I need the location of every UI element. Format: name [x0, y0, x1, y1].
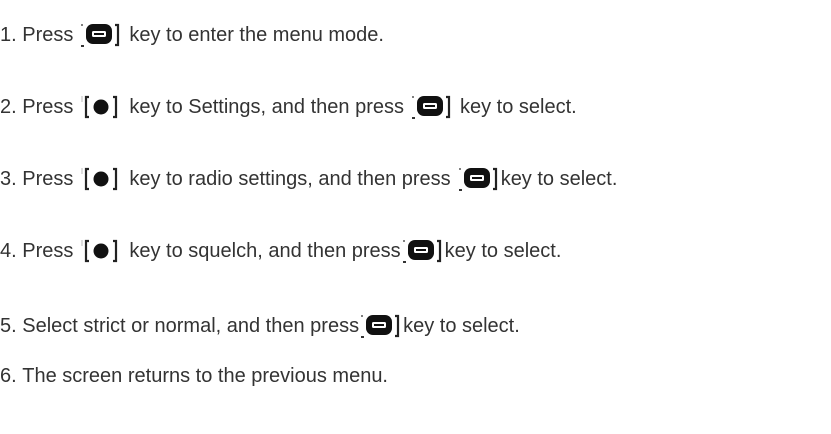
step-text: key to select. — [403, 315, 520, 337]
step-number: 3. — [0, 168, 17, 190]
navigation-key-icon — [81, 94, 121, 120]
instruction-step-2: 2. Press key to Settings, and then press… — [0, 94, 577, 120]
step-text: Press — [22, 240, 74, 262]
step-number: 1. — [0, 24, 17, 46]
menu-key-icon — [359, 313, 401, 339]
step-text: Press — [22, 96, 74, 118]
menu-key-icon — [79, 22, 121, 48]
step-text: Press — [22, 168, 74, 190]
step-number: 5. — [0, 315, 17, 337]
instruction-step-6: 6. The screen returns to the previous me… — [0, 364, 388, 388]
instruction-step-4: 4. Press key to squelch, and then press … — [0, 238, 561, 264]
step-text: key to Settings, and then press — [129, 96, 404, 118]
navigation-key-icon — [81, 238, 121, 264]
step-text: key to select. — [444, 240, 562, 262]
menu-key-icon — [457, 166, 499, 192]
instruction-step-1: 1. Press key to enter the menu mode. — [0, 22, 384, 48]
menu-key-icon — [410, 94, 452, 120]
menu-key-icon — [401, 238, 443, 264]
instruction-step-5: 5. Select strict or normal, and then pre… — [0, 313, 520, 339]
navigation-key-icon — [81, 166, 121, 192]
step-text: key to enter the menu mode. — [129, 24, 384, 46]
step-number: 2. — [0, 96, 17, 118]
instruction-step-3: 3. Press key to radio settings, and then… — [0, 166, 617, 192]
step-text: key to select. — [500, 168, 618, 190]
step-text: key to select. — [459, 96, 577, 118]
step-text: Press — [22, 24, 74, 46]
step-text: The screen returns to the previous menu. — [22, 365, 388, 387]
step-text: key to radio settings, and then press — [129, 168, 451, 190]
step-number: 6. — [0, 365, 17, 387]
step-text: Select strict or normal, and then press — [22, 315, 360, 337]
step-text: key to squelch, and then press — [129, 240, 401, 262]
step-number: 4. — [0, 240, 17, 262]
